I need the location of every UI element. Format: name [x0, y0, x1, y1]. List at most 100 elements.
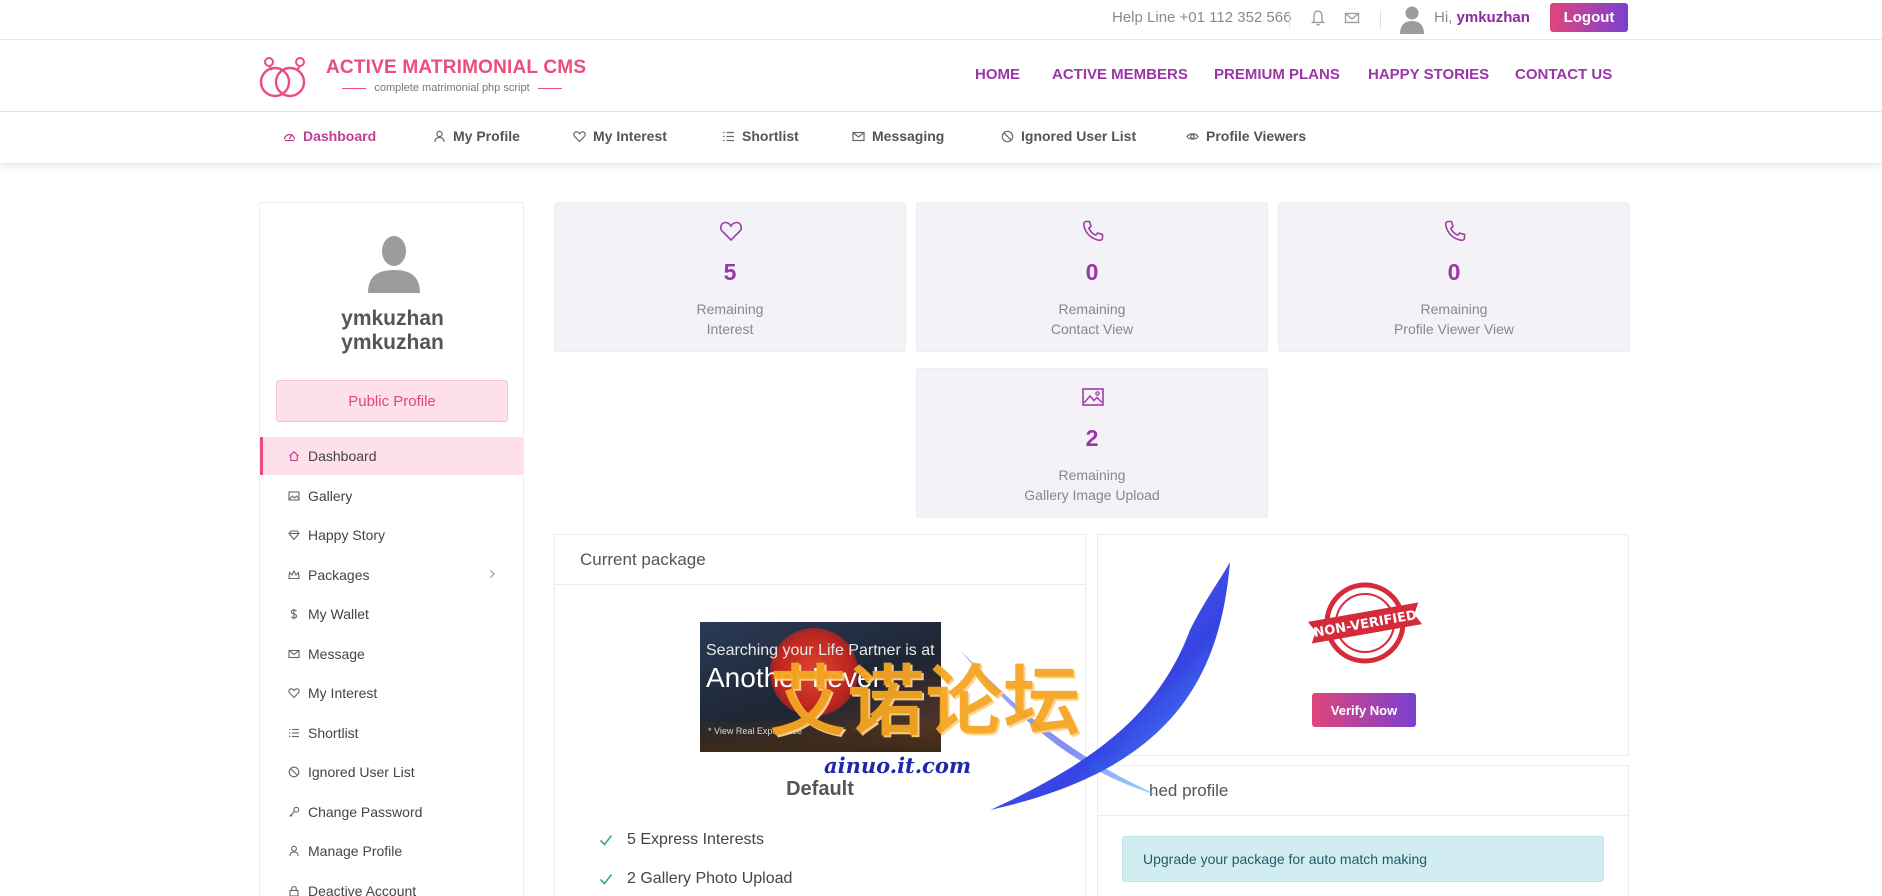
user-icon — [434, 130, 445, 142]
verify-now-button[interactable]: Verify Now — [1312, 693, 1416, 727]
brand-title[interactable]: ACTIVE MATRIMONIAL CMS — [326, 57, 586, 79]
divider — [537, 87, 562, 89]
sidebar-item-dashboard[interactable]: Dashboard — [260, 437, 523, 475]
stat-label: Remaining Gallery Image Upload — [917, 465, 1267, 505]
divider — [1289, 10, 1290, 28]
subnav-label: My Profile — [453, 128, 520, 144]
rings-logo-icon[interactable] — [258, 54, 312, 100]
subnav-my-profile[interactable]: My Profile — [433, 128, 520, 144]
stat-label-line: Profile Viewer View — [1393, 321, 1515, 337]
public-profile-button[interactable]: Public Profile — [276, 380, 508, 422]
sidebar-item-my-interest[interactable]: My Interest — [260, 674, 523, 712]
stat-value: 0 — [1447, 259, 1461, 285]
sidebar-item-packages[interactable]: Packages — [260, 556, 523, 594]
sidebar-item-ignored-user-list[interactable]: Ignored User List — [260, 753, 523, 791]
profile-last-name: ymkuzhan — [341, 331, 444, 354]
mail-icon[interactable] — [1344, 10, 1360, 26]
watermark-text: 艾诺论坛 — [770, 657, 1082, 746]
nav-active-members[interactable]: ACTIVE MEMBERS — [1052, 66, 1188, 83]
sidebar-item-my-wallet[interactable]: My Wallet — [260, 595, 523, 633]
stat-label: Remaining Profile Viewer View — [1279, 299, 1629, 339]
brand-subtitle: complete matrimonial php script — [326, 82, 578, 94]
sidebar-item-label: Shortlist — [308, 725, 359, 741]
profile-sidebar: ymkuzhan ymkuzhan Public Profile Dashboa… — [259, 202, 524, 896]
top-bar: Help Line +01 112 352 566 Hi, ymkuzhan L… — [0, 0, 1882, 40]
package-feature-text: 2 Gallery Photo Upload — [627, 870, 793, 887]
upgrade-alert: Upgrade your package for auto match maki… — [1122, 836, 1604, 882]
mail-icon — [852, 131, 865, 141]
user-icon — [289, 845, 299, 857]
sidebar-item-label: Message — [308, 646, 365, 662]
heart-icon — [288, 688, 300, 699]
nav-contact-us[interactable]: CONTACT US — [1515, 66, 1612, 83]
sidebar-item-label: Ignored User List — [308, 764, 415, 780]
subnav-label: Ignored User List — [1021, 128, 1137, 144]
sidebar-item-label: My Wallet — [308, 606, 369, 622]
check-icon — [599, 835, 613, 846]
avatar[interactable] — [1398, 4, 1426, 34]
heart-icon — [573, 130, 586, 142]
divider — [1380, 10, 1381, 28]
stat-label: Remaining Interest — [555, 299, 905, 339]
stat-label-line: Remaining — [696, 301, 764, 317]
sidebar-item-label: Packages — [308, 567, 370, 583]
helpline-text: Help Line +01 112 352 566 — [1112, 9, 1292, 26]
list-icon — [723, 131, 734, 141]
crown-icon — [288, 569, 300, 580]
stat-label-line: Remaining — [1058, 301, 1126, 317]
diamond-icon — [288, 530, 300, 541]
logout-button[interactable]: Logout — [1550, 3, 1628, 32]
sidebar-item-happy-story[interactable]: Happy Story — [260, 516, 523, 554]
sidebar-item-change-password[interactable]: Change Password — [260, 793, 523, 831]
stat-card-contact-view: 0 Remaining Contact View — [916, 202, 1268, 352]
list-icon — [289, 728, 299, 738]
subnav-my-interest[interactable]: My Interest — [573, 128, 667, 144]
stat-card-gallery-upload: 2 Remaining Gallery Image Upload — [916, 368, 1268, 518]
chevron-right-icon[interactable] — [487, 569, 497, 579]
site-header: ACTIVE MATRIMONIAL CMS complete matrimon… — [0, 40, 1882, 112]
profile-first-name: ymkuzhan — [341, 307, 444, 330]
stat-value: 2 — [1085, 425, 1099, 451]
dollar-icon — [290, 608, 298, 620]
sidebar-item-gallery[interactable]: Gallery — [260, 477, 523, 515]
key-icon — [289, 806, 300, 817]
package-feature: 5 Express Interests — [599, 831, 764, 849]
sidebar-item-label: My Interest — [308, 685, 378, 701]
sidebar-item-label: Change Password — [308, 804, 423, 820]
stat-label-line: Remaining — [1420, 301, 1488, 317]
dashboard-icon — [283, 133, 296, 141]
sidebar-item-label: Deactive Account — [308, 883, 417, 896]
ban-icon — [288, 766, 300, 778]
stat-label-line: Contact View — [1050, 321, 1134, 337]
bell-icon[interactable] — [1310, 9, 1326, 27]
dashboard-subnav: Dashboard My Profile My Interest Shortli… — [0, 112, 1882, 164]
nav-premium-plans[interactable]: PREMIUM PLANS — [1214, 66, 1340, 83]
profile-name: ymkuzhan ymkuzhan — [260, 307, 525, 355]
watermark-url: ainuo.it.com — [824, 753, 972, 778]
user-greeting[interactable]: Hi, ymkuzhan — [1434, 9, 1530, 26]
subnav-label: Dashboard — [303, 128, 377, 144]
phone-icon — [1444, 220, 1466, 242]
nav-home[interactable]: HOME — [975, 66, 1020, 83]
heart-icon — [720, 221, 742, 242]
sidebar-item-label: Happy Story — [308, 527, 386, 543]
username-link[interactable]: ymkuzhan — [1457, 9, 1530, 26]
sidebar-item-label: Manage Profile — [308, 843, 403, 859]
sidebar-item-message[interactable]: Message — [260, 635, 523, 673]
stat-value: 5 — [723, 259, 737, 285]
subnav-ignored-user-list[interactable]: Ignored User List — [1001, 128, 1136, 144]
nav-happy-stories[interactable]: HAPPY STORIES — [1368, 66, 1489, 83]
sidebar-item-deactive-account[interactable]: Deactive Account — [260, 872, 523, 896]
non-verified-stamp-icon: NON-VERIFIED — [1307, 582, 1423, 664]
sidebar-item-manage-profile[interactable]: Manage Profile — [260, 832, 523, 870]
sidebar-item-shortlist[interactable]: Shortlist — [260, 714, 523, 752]
package-feature-text: 5 Express Interests — [627, 831, 764, 848]
subnav-shortlist[interactable]: Shortlist — [722, 128, 799, 144]
subnav-profile-viewers[interactable]: Profile Viewers — [1186, 128, 1306, 144]
divider — [342, 87, 367, 89]
subnav-label: Profile Viewers — [1206, 128, 1307, 144]
subnav-dashboard[interactable]: Dashboard — [283, 128, 376, 144]
stat-value: 0 — [1085, 259, 1099, 285]
avatar — [368, 236, 420, 293]
subnav-messaging[interactable]: Messaging — [852, 128, 944, 144]
